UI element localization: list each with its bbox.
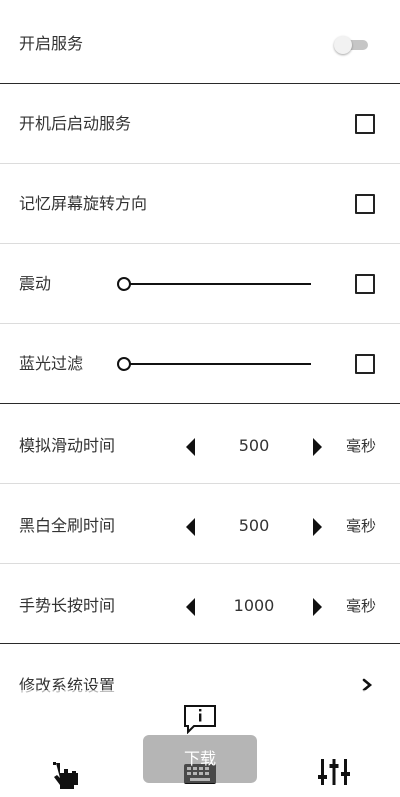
- vibration-checkbox[interactable]: [355, 274, 375, 294]
- slider-track: [125, 283, 311, 285]
- toast-message: 下载: [143, 735, 257, 783]
- increase-arrow-icon[interactable]: [309, 598, 325, 616]
- section-divider: [0, 643, 400, 644]
- hand-tap-icon[interactable]: [42, 753, 92, 791]
- decrease-arrow-icon[interactable]: [183, 438, 199, 456]
- setting-blue-light-filter: 蓝光过滤: [0, 324, 400, 404]
- setting-label: 手势长按时间: [19, 596, 116, 615]
- row-divider: [0, 563, 400, 564]
- slider-thumb[interactable]: [117, 277, 131, 291]
- vibration-slider[interactable]: [117, 277, 313, 291]
- setting-label: 模拟滑动时间: [19, 436, 116, 455]
- setting-label: 开机后启动服务: [19, 114, 132, 133]
- decrease-arrow-icon[interactable]: [183, 518, 199, 536]
- setting-system-settings[interactable]: 修改系统设置: [0, 646, 400, 696]
- slider-track: [125, 363, 311, 365]
- info-speech-bubble-icon[interactable]: [183, 704, 217, 734]
- enable-service-toggle[interactable]: [334, 36, 370, 54]
- unit-label: 毫秒: [346, 437, 377, 455]
- increase-arrow-icon[interactable]: [309, 438, 325, 456]
- setting-long-press-time: 手势长按时间 1000 毫秒: [0, 566, 400, 646]
- remember-rotation-checkbox[interactable]: [355, 194, 375, 214]
- blue-light-slider[interactable]: [117, 357, 313, 371]
- stepper-value: 500: [238, 516, 270, 535]
- start-on-boot-checkbox[interactable]: [355, 114, 375, 134]
- toggle-knob: [334, 36, 352, 54]
- unit-label: 毫秒: [346, 517, 377, 535]
- section-divider: [0, 403, 400, 404]
- blue-light-checkbox[interactable]: [355, 354, 375, 374]
- setting-remember-rotation[interactable]: 记忆屏幕旋转方向: [0, 164, 400, 244]
- setting-label: 记忆屏幕旋转方向: [19, 194, 148, 213]
- setting-label: 黑白全刷时间: [19, 516, 116, 535]
- setting-label: 修改系统设置: [19, 676, 116, 695]
- setting-full-refresh-time: 黑白全刷时间 500 毫秒: [0, 486, 400, 566]
- sliders-icon[interactable]: [309, 753, 359, 791]
- decrease-arrow-icon[interactable]: [183, 598, 199, 616]
- setting-vibration: 震动: [0, 244, 400, 324]
- unit-label: 毫秒: [346, 597, 377, 615]
- setting-simulated-slide-time: 模拟滑动时间 500 毫秒: [0, 406, 400, 486]
- row-divider: [0, 483, 400, 484]
- stepper-value: 1000: [233, 596, 275, 615]
- slider-thumb[interactable]: [117, 357, 131, 371]
- setting-label: 开启服务: [19, 34, 84, 53]
- settings-screen: 开启服务 开机后启动服务 记忆屏幕旋转方向 震动 蓝光过滤 模拟滑动时间 500…: [0, 0, 400, 797]
- increase-arrow-icon[interactable]: [309, 518, 325, 536]
- setting-enable-service[interactable]: 开启服务: [0, 4, 400, 84]
- setting-label: 蓝光过滤: [19, 354, 84, 373]
- setting-start-on-boot[interactable]: 开机后启动服务: [0, 84, 400, 164]
- setting-label: 震动: [19, 274, 52, 293]
- stepper-value: 500: [238, 436, 270, 455]
